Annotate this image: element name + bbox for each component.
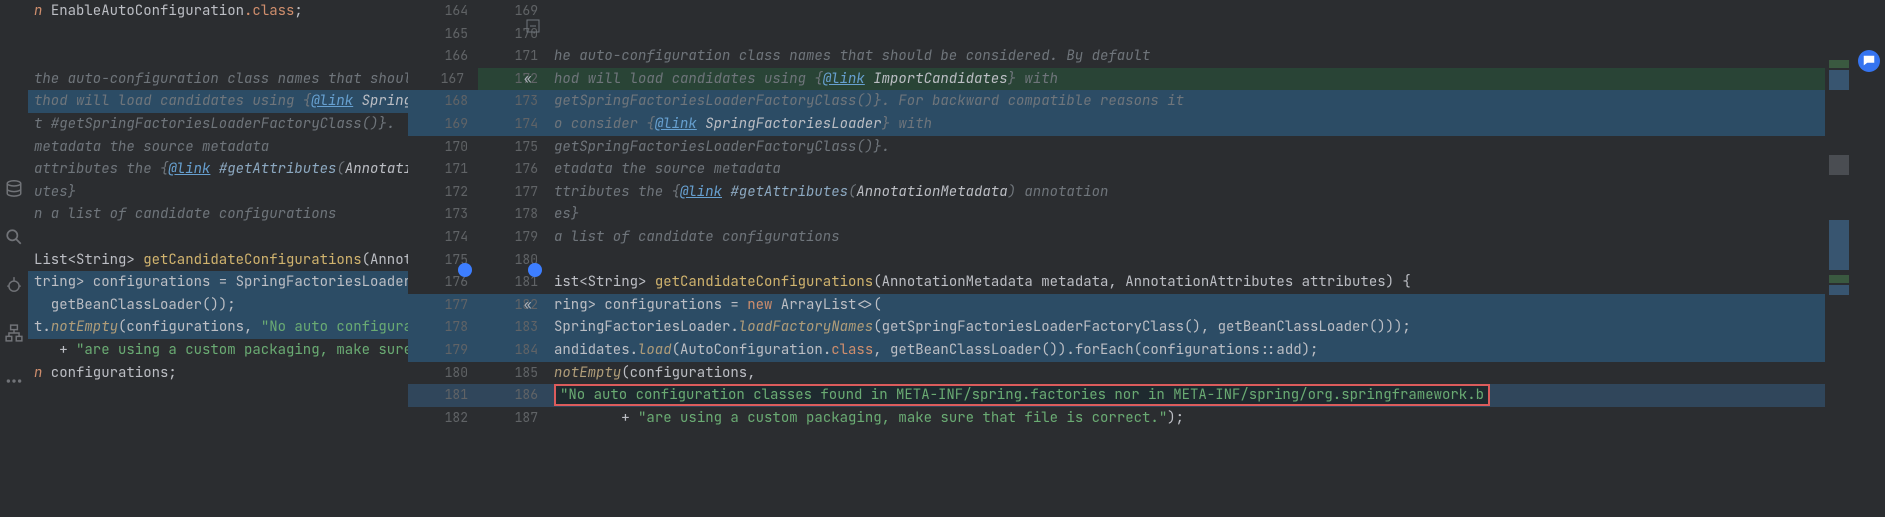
- line-number: 183: [478, 316, 548, 339]
- line-number: 170: [408, 136, 478, 159]
- comment-text: utes}: [34, 183, 76, 201]
- line-number: 178: [408, 316, 478, 339]
- comment-text: etadata the source metadata: [554, 160, 781, 178]
- line-number: 179: [408, 339, 478, 362]
- line-number: 187: [478, 407, 548, 430]
- highlighted-string-change: "No auto configuration classes found in …: [554, 384, 1490, 406]
- line-number: 165: [408, 23, 478, 46]
- diff-left-editor[interactable]: n EnableAutoConfiguration.class; the aut…: [28, 0, 408, 517]
- line-number: 172: [408, 181, 478, 204]
- gutter-left: 164 165 166 167 168 169 170 171 172 173 …: [408, 0, 478, 517]
- tool-window-strip: [0, 0, 28, 517]
- line-number: 185: [478, 362, 548, 385]
- comment-text: es}: [554, 205, 579, 223]
- line-number: 177: [408, 294, 478, 317]
- more-icon[interactable]: [5, 372, 23, 390]
- search-icon[interactable]: [5, 228, 23, 246]
- line-number: 184: [478, 339, 548, 362]
- comment-text: metadata the source metadata: [34, 138, 269, 156]
- comment-text: t #getSpringFactoriesLoaderFactoryClass(…: [34, 115, 395, 133]
- collapse-region-icon[interactable]: [526, 19, 540, 33]
- comment-text: getSpringFactoriesLoaderFactoryClass()}.…: [554, 92, 1184, 110]
- line-number: 173: [478, 90, 548, 113]
- hierarchy-icon[interactable]: [5, 324, 23, 342]
- line-number: 182: [478, 294, 548, 317]
- line-number: 186: [478, 384, 548, 407]
- override-gutter-icon[interactable]: [458, 263, 472, 277]
- gutter-right: 169 170 171 172 173 174 175 176 177 178 …: [478, 0, 548, 517]
- override-gutter-icon[interactable]: [528, 263, 542, 277]
- line-number: 169: [408, 113, 478, 136]
- line-number: 179: [478, 226, 548, 249]
- line-number: 171: [478, 45, 548, 68]
- assistant-sidebar: [1853, 0, 1885, 517]
- comment-text: the auto-configuration class names that …: [34, 70, 408, 88]
- apply-chunk-icon[interactable]: «: [524, 296, 532, 313]
- error-stripe[interactable]: [1825, 0, 1853, 517]
- apply-chunk-icon[interactable]: «: [524, 70, 532, 87]
- line-number: 174: [478, 113, 548, 136]
- line-number: 177: [478, 181, 548, 204]
- line-number: 172: [478, 68, 548, 91]
- comment-text: getSpringFactoriesLoaderFactoryClass()}.: [554, 138, 890, 156]
- comment-text: he auto-configuration class names that s…: [554, 47, 1150, 65]
- line-number: 168: [408, 90, 478, 113]
- line-number: 181: [408, 384, 478, 407]
- line-number: 176: [478, 158, 548, 181]
- comment-text: n a list of candidate configurations: [34, 205, 336, 223]
- line-number: 167: [408, 68, 478, 91]
- diff-right-editor[interactable]: he auto-configuration class names that s…: [548, 0, 1825, 517]
- assistant-chat-icon[interactable]: [1858, 50, 1880, 72]
- line-number: 174: [408, 226, 478, 249]
- line-number: 164: [408, 0, 478, 23]
- line-number: 178: [478, 203, 548, 226]
- line-number: 171: [408, 158, 478, 181]
- line-number: 175: [478, 136, 548, 159]
- line-number: 182: [408, 407, 478, 430]
- line-number: 180: [408, 362, 478, 385]
- line-number: 173: [408, 203, 478, 226]
- line-number: 166: [408, 45, 478, 68]
- debug-icon[interactable]: [5, 276, 23, 294]
- comment-text: a list of candidate configurations: [554, 228, 840, 246]
- database-icon[interactable]: [5, 180, 23, 198]
